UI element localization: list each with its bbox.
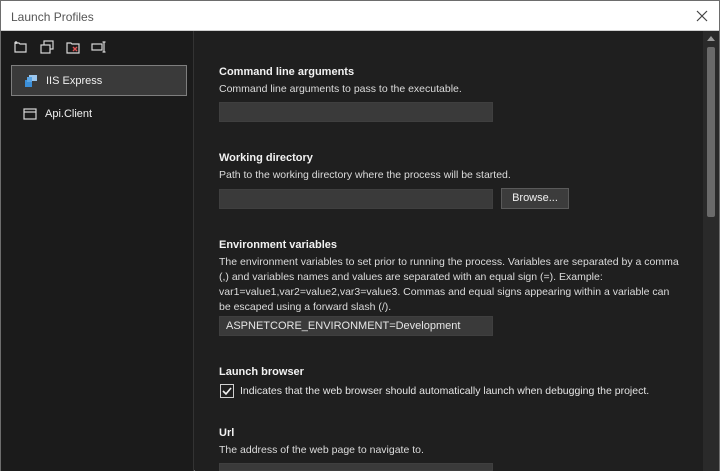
checkmark-icon [222, 387, 232, 396]
rename-profile-button[interactable] [91, 39, 107, 55]
copy-profile-button[interactable] [39, 39, 55, 55]
url-heading: Url [219, 427, 235, 439]
close-button[interactable] [691, 5, 713, 27]
profile-list: IIS Express Api.Client [11, 65, 187, 133]
url-input[interactable] [219, 463, 493, 471]
title-bar: Launch Profiles [1, 1, 719, 31]
profile-item-api-client[interactable]: Api.Client [11, 99, 187, 130]
environment-variables-input[interactable]: ASPNETCORE_ENVIRONMENT=Development [219, 316, 493, 336]
project-window-icon [23, 108, 37, 120]
environment-variables-description: The environment variables to set prior t… [219, 256, 679, 313]
profile-item-iis-express[interactable]: IIS Express [11, 65, 187, 96]
rename-profile-icon [91, 41, 106, 53]
browse-button[interactable]: Browse... [501, 188, 569, 209]
scrollbar-thumb[interactable] [707, 47, 715, 217]
working-directory-heading: Working directory [219, 152, 313, 164]
url-description: The address of the web page to navigate … [219, 444, 424, 456]
profile-settings-panel: Command line arguments Command line argu… [195, 31, 703, 471]
environment-variables-section: Environment variables The environment va… [219, 239, 679, 315]
vertical-scrollbar[interactable] [703, 31, 719, 471]
scroll-up-arrow-icon[interactable] [707, 35, 715, 41]
profile-label: IIS Express [46, 75, 103, 87]
working-directory-section: Working directory Path to the working di… [219, 152, 679, 183]
launch-browser-label: Indicates that the web browser should au… [240, 385, 650, 397]
close-icon [696, 10, 708, 22]
launch-profiles-window: Launch Profiles IIS Express Api.Client C… [0, 0, 720, 471]
profiles-sidebar: IIS Express Api.Client [1, 31, 194, 471]
launch-browser-checkbox[interactable] [220, 384, 234, 398]
command-line-heading: Command line arguments [219, 66, 355, 78]
profile-label: Api.Client [45, 108, 93, 120]
working-directory-input[interactable] [219, 189, 493, 209]
launch-browser-section: Launch browser [219, 366, 679, 378]
new-profile-button[interactable] [13, 39, 29, 55]
delete-profile-button[interactable] [65, 39, 81, 55]
command-line-description: Command line arguments to pass to the ex… [219, 83, 462, 95]
copy-profile-icon [40, 40, 54, 54]
iis-express-icon [25, 75, 37, 87]
environment-variables-heading: Environment variables [219, 239, 337, 251]
launch-browser-heading: Launch browser [219, 366, 304, 378]
new-profile-icon [14, 41, 27, 53]
command-line-section: Command line arguments Command line argu… [219, 66, 679, 97]
working-directory-description: Path to the working directory where the … [219, 169, 511, 181]
window-title: Launch Profiles [11, 10, 94, 24]
delete-profile-icon [66, 42, 80, 54]
url-section: Url The address of the web page to navig… [219, 427, 679, 458]
command-line-input[interactable] [219, 102, 493, 122]
profiles-toolbar [13, 39, 107, 55]
